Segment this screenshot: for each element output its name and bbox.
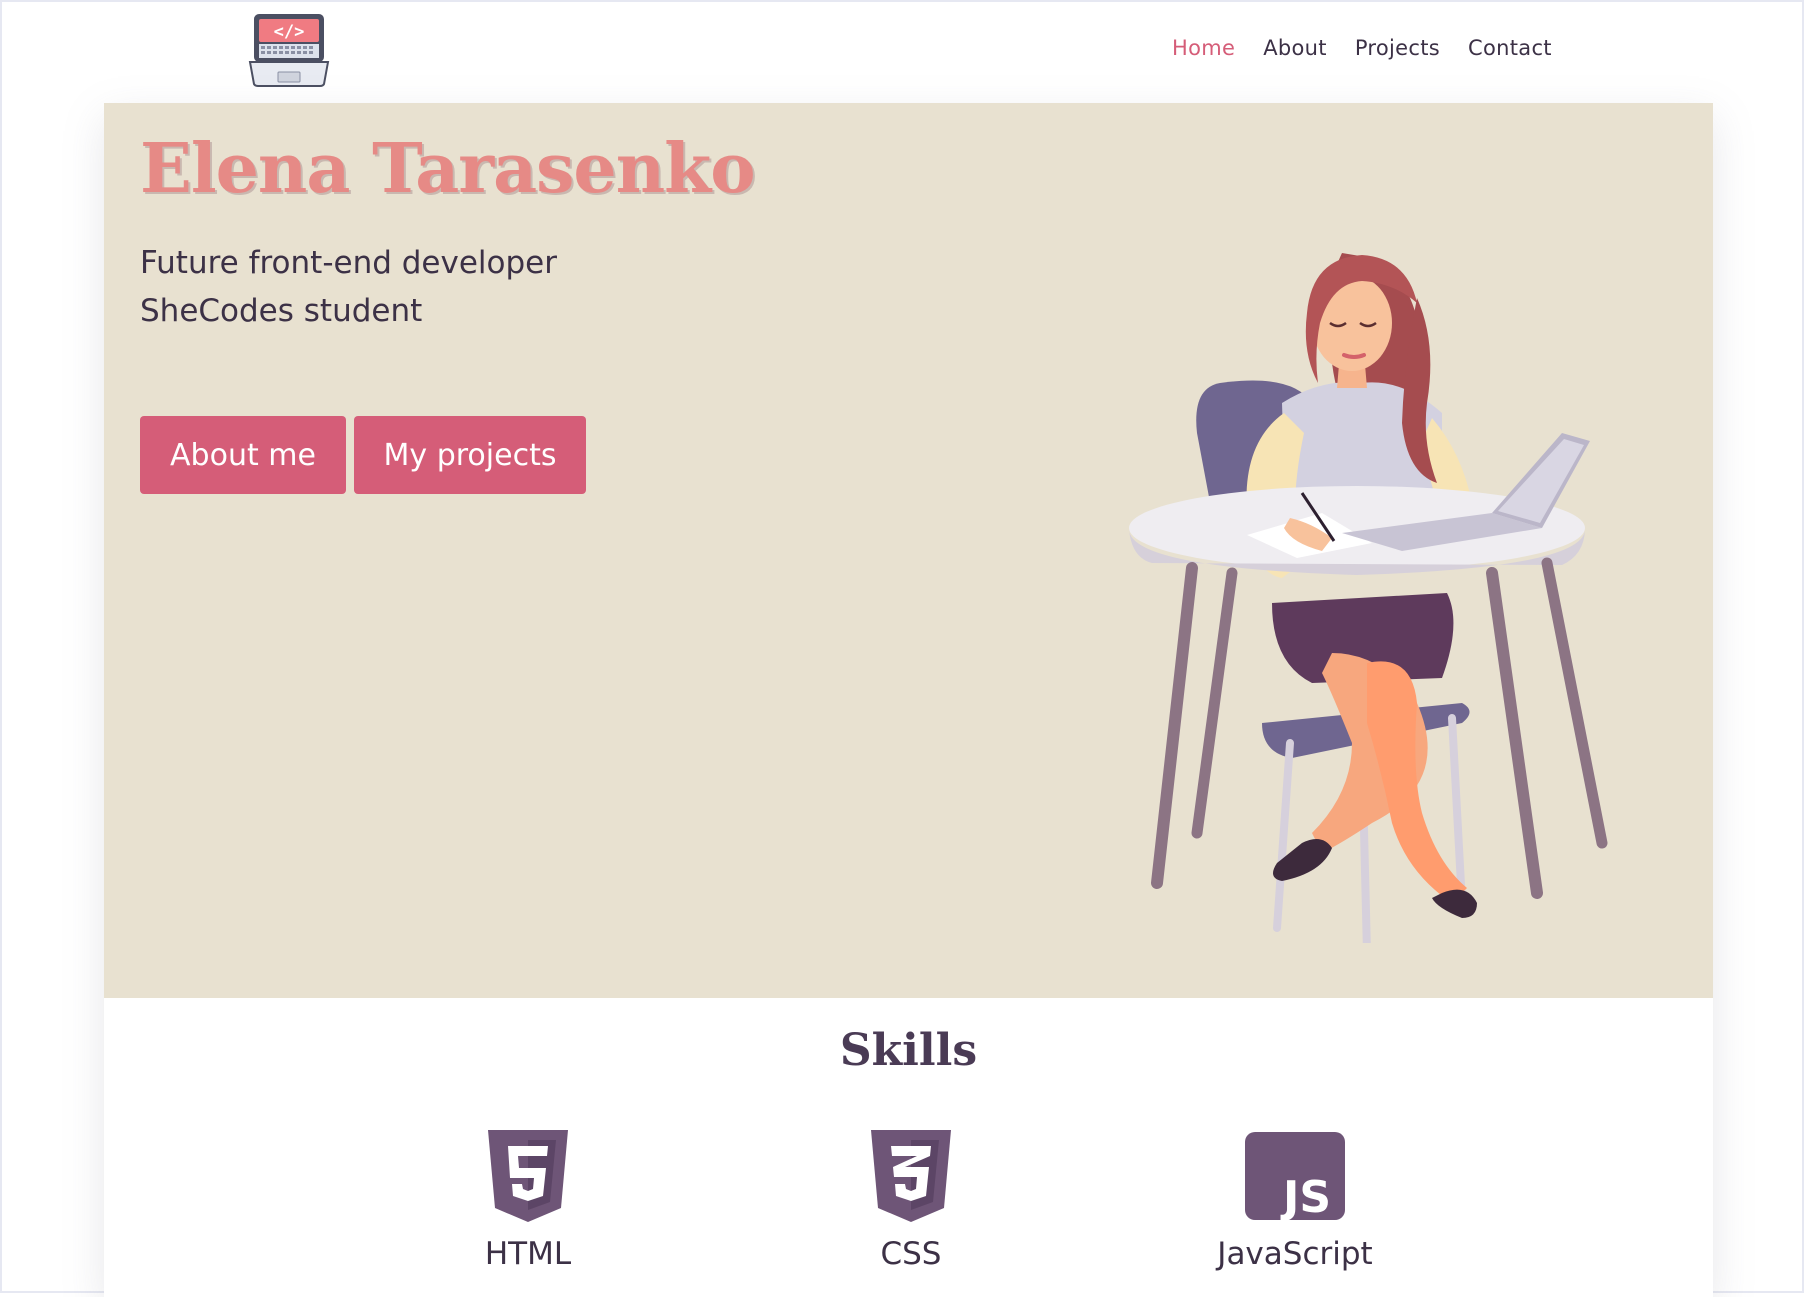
hero-subtitle-line1: Future front-end developer xyxy=(140,245,558,281)
woman-at-desk-with-laptop-illustration xyxy=(1022,183,1713,957)
skill-label: JavaScript xyxy=(1217,1236,1373,1272)
about-me-button[interactable]: About me xyxy=(140,416,346,494)
nav-link-about[interactable]: About xyxy=(1263,36,1327,60)
js-icon: JS xyxy=(1245,1130,1345,1223)
navbar: </> Home About Projects Contact xyxy=(0,0,1808,103)
nav-link-projects[interactable]: Projects xyxy=(1355,36,1440,60)
svg-text:JS: JS xyxy=(1280,1172,1331,1222)
svg-text:</>: </> xyxy=(274,22,305,42)
laptop-code-icon[interactable]: </> xyxy=(248,12,330,88)
skill-css: CSS xyxy=(791,1130,1031,1272)
hero-subtitle-line2: SheCodes student xyxy=(140,293,423,329)
hero-buttons: About me My projects xyxy=(140,416,586,494)
my-projects-button[interactable]: My projects xyxy=(354,416,586,494)
skills-title: Skills xyxy=(839,1025,978,1076)
css3-icon xyxy=(861,1130,961,1222)
hero-name: Elena Tarasenko xyxy=(140,129,756,209)
skill-javascript: JS JavaScript xyxy=(1175,1130,1415,1272)
nav-menu: Home About Projects Contact xyxy=(1172,36,1552,60)
nav-link-contact[interactable]: Contact xyxy=(1468,36,1552,60)
nav-link-home[interactable]: Home xyxy=(1172,36,1235,60)
skill-html: HTML xyxy=(408,1130,648,1272)
skill-label: HTML xyxy=(484,1236,572,1272)
skill-label: CSS xyxy=(880,1236,942,1272)
html5-icon xyxy=(478,1130,578,1222)
hero-section: Elena Tarasenko Future front-end develop… xyxy=(104,103,1713,998)
